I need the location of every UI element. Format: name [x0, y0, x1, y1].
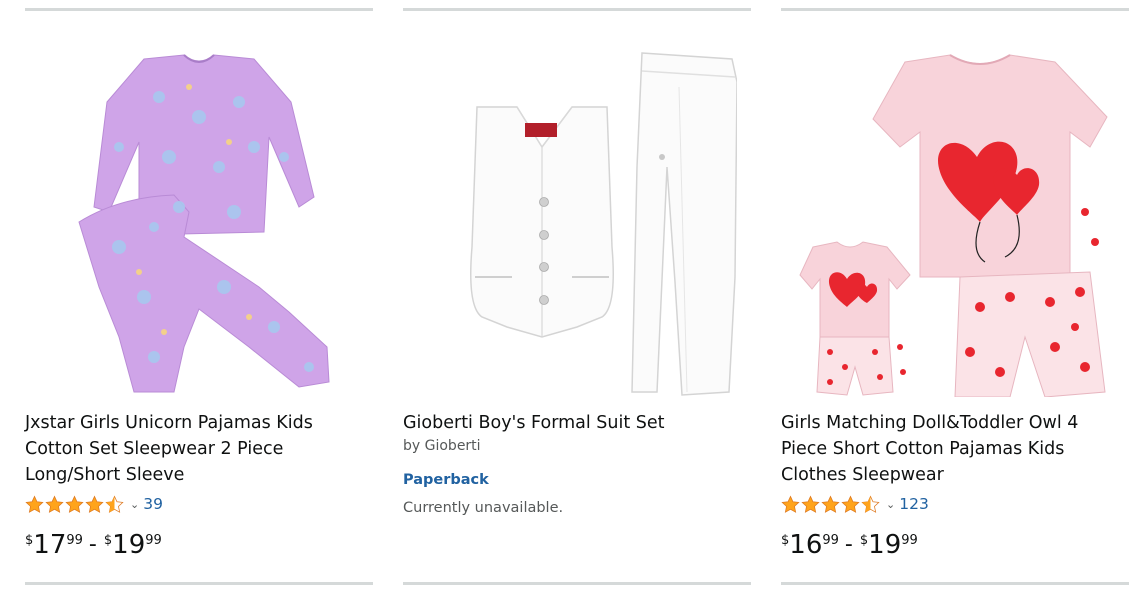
divider [25, 582, 373, 585]
rating-row[interactable]: ⌄ 123 [781, 493, 929, 515]
price-whole: 19 [112, 530, 146, 560]
product-card: Girls Matching Doll&Toddler Owl 4 Piece … [781, 0, 1129, 607]
rating-row[interactable]: ⌄ 39 [25, 493, 163, 515]
divider [781, 8, 1129, 11]
heart-pajamas-image [799, 54, 1108, 397]
format-link[interactable]: Paperback [403, 472, 489, 488]
divider [781, 582, 1129, 585]
price-currency: $ [781, 533, 790, 548]
availability-status: Currently unavailable. [403, 500, 564, 516]
price-currency: $ [103, 533, 113, 548]
star-full-icon [821, 495, 840, 513]
star-rating[interactable] [781, 495, 881, 514]
price-currency: $ [859, 533, 869, 548]
price-fraction: 99 [901, 533, 918, 548]
chevron-down-icon[interactable]: ⌄ [886, 498, 895, 511]
rating-count-link[interactable]: 39 [143, 495, 163, 513]
divider [403, 8, 751, 11]
price-whole: 17 [33, 530, 67, 560]
star-rating[interactable] [25, 495, 125, 514]
price-fraction: 99 [145, 533, 162, 548]
star-half-icon [861, 495, 880, 513]
price-range[interactable]: $ 17 99 - $ 19 99 [25, 530, 162, 560]
product-byline: by Gioberti [403, 438, 481, 454]
product-image[interactable] [403, 44, 751, 400]
star-full-icon [85, 495, 104, 513]
star-full-icon [781, 495, 800, 513]
product-image[interactable] [781, 44, 1129, 400]
star-full-icon [45, 495, 64, 513]
price-whole: 19 [868, 530, 902, 560]
product-grid: Jxstar Girls Unicorn Pajamas Kids Cotton… [0, 0, 1147, 607]
divider [25, 8, 373, 11]
product-title[interactable]: Jxstar Girls Unicorn Pajamas Kids Cotton… [25, 410, 373, 488]
star-full-icon [801, 495, 820, 513]
product-image[interactable] [25, 44, 373, 400]
rating-count-link[interactable]: 123 [899, 495, 929, 513]
star-half-icon [105, 495, 124, 513]
chevron-down-icon[interactable]: ⌄ [130, 498, 139, 511]
product-title[interactable]: Girls Matching Doll&Toddler Owl 4 Piece … [781, 410, 1129, 488]
price-currency: $ [25, 533, 34, 548]
star-full-icon [65, 495, 84, 513]
product-card: Gioberti Boy's Formal Suit Set by Giober… [403, 0, 751, 607]
price-separator: - [844, 532, 853, 557]
product-card: Jxstar Girls Unicorn Pajamas Kids Cotton… [25, 0, 373, 607]
star-full-icon [25, 495, 44, 513]
product-title[interactable]: Gioberti Boy's Formal Suit Set [403, 410, 751, 436]
price-fraction: 99 [66, 533, 83, 548]
formal-suit-image [470, 52, 737, 396]
price-fraction: 99 [822, 533, 839, 548]
unicorn-pajamas-image [78, 54, 330, 393]
price-whole: 16 [789, 530, 823, 560]
price-separator: - [88, 532, 97, 557]
divider [403, 582, 751, 585]
star-full-icon [841, 495, 860, 513]
price-range[interactable]: $ 16 99 - $ 19 99 [781, 530, 918, 560]
